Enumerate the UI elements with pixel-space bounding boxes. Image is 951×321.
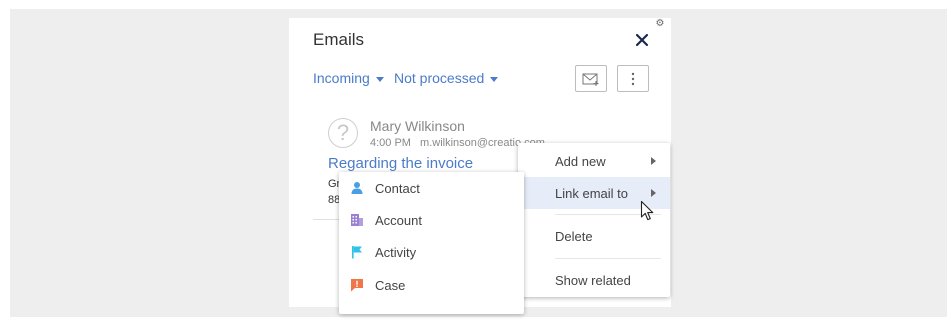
chevron-down-icon	[490, 76, 499, 82]
account-icon	[351, 214, 363, 226]
more-options-button[interactable]	[617, 65, 649, 92]
menu-item-label: Delete	[555, 228, 593, 244]
email-time: 4:00 PM	[370, 137, 411, 149]
menu-item-label: Show related	[555, 272, 631, 288]
submenu-item-label: Contact	[375, 180, 420, 196]
menu-item-delete[interactable]: Delete	[518, 220, 670, 252]
link-email-submenu: Contact Account Activity Case	[339, 172, 524, 314]
contact-icon	[351, 182, 363, 194]
gear-icon[interactable]: ⚙	[654, 18, 666, 30]
close-icon[interactable]	[634, 30, 650, 48]
activity-flag-icon	[352, 246, 362, 259]
submenu-item-label: Case	[375, 277, 406, 293]
case-icon	[351, 279, 363, 292]
menu-item-label: Link email to	[555, 185, 628, 201]
submenu-item-contact[interactable]: Contact	[339, 172, 524, 204]
menu-item-label: Add new	[555, 153, 606, 169]
submenu-item-activity[interactable]: Activity	[339, 236, 524, 268]
new-email-button[interactable]	[575, 65, 607, 92]
chevron-right-icon	[651, 157, 656, 165]
chevron-down-icon	[375, 76, 384, 82]
submenu-item-account[interactable]: Account	[339, 204, 524, 236]
email-subject[interactable]: Regarding the invoice	[328, 155, 473, 172]
chevron-right-icon	[651, 189, 656, 197]
mouse-pointer-icon	[640, 200, 654, 221]
filter-status-label: Not processed	[394, 70, 485, 86]
menu-item-show-related[interactable]: Show related	[518, 264, 670, 296]
menu-item-add-new[interactable]: Add new	[518, 145, 670, 177]
submenu-item-case[interactable]: Case	[339, 269, 524, 301]
unknown-sender-avatar-icon: ?	[328, 118, 358, 148]
filter-direction-dropdown[interactable]: Incoming	[313, 70, 384, 86]
vertical-dots-icon	[631, 72, 635, 85]
filter-direction-label: Incoming	[313, 70, 370, 86]
submenu-item-label: Account	[375, 212, 422, 228]
envelope-add-icon	[582, 73, 599, 86]
filter-status-dropdown[interactable]: Not processed	[394, 70, 499, 86]
menu-divider	[555, 258, 661, 259]
submenu-item-label: Activity	[375, 244, 417, 260]
sender-name: Mary Wilkinson	[370, 118, 465, 134]
panel-title: Emails	[313, 30, 365, 49]
